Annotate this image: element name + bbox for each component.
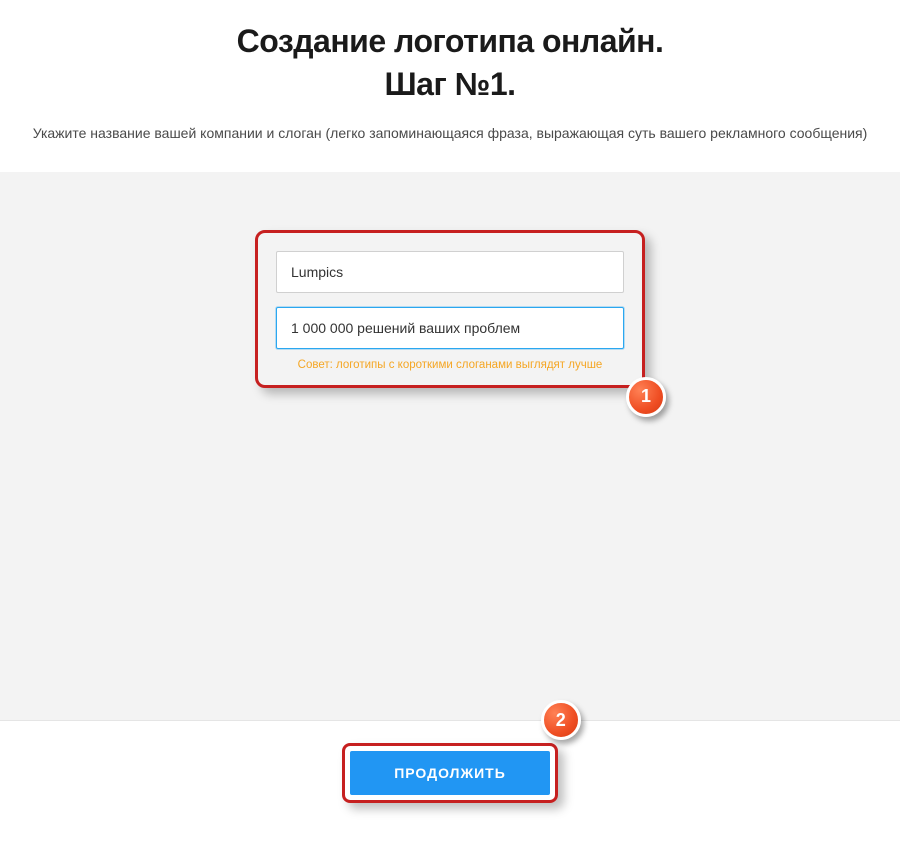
title-line-2: Шаг №1. (384, 66, 515, 102)
page-title: Создание логотипа онлайн. Шаг №1. (10, 20, 890, 106)
form-box-highlight: Совет: логотипы с короткими слоганами вы… (255, 230, 645, 388)
continue-button[interactable]: ПРОДОЛЖИТЬ (350, 751, 550, 795)
form-panel: Совет: логотипы с короткими слоганами вы… (0, 172, 900, 732)
page-subtitle: Укажите название вашей компании и слоган… (10, 124, 890, 144)
annotation-badge-1: 1 (626, 377, 666, 417)
company-name-input[interactable] (276, 251, 624, 293)
slogan-hint: Совет: логотипы с короткими слоганами вы… (276, 359, 624, 371)
continue-button-highlight: ПРОДОЛЖИТЬ 2 (342, 743, 558, 803)
footer-bar: ПРОДОЛЖИТЬ 2 (0, 720, 900, 843)
annotation-badge-2: 2 (541, 700, 581, 740)
title-line-1: Создание логотипа онлайн. (237, 23, 664, 59)
slogan-input[interactable] (276, 307, 624, 349)
header: Создание логотипа онлайн. Шаг №1. Укажит… (0, 0, 900, 172)
